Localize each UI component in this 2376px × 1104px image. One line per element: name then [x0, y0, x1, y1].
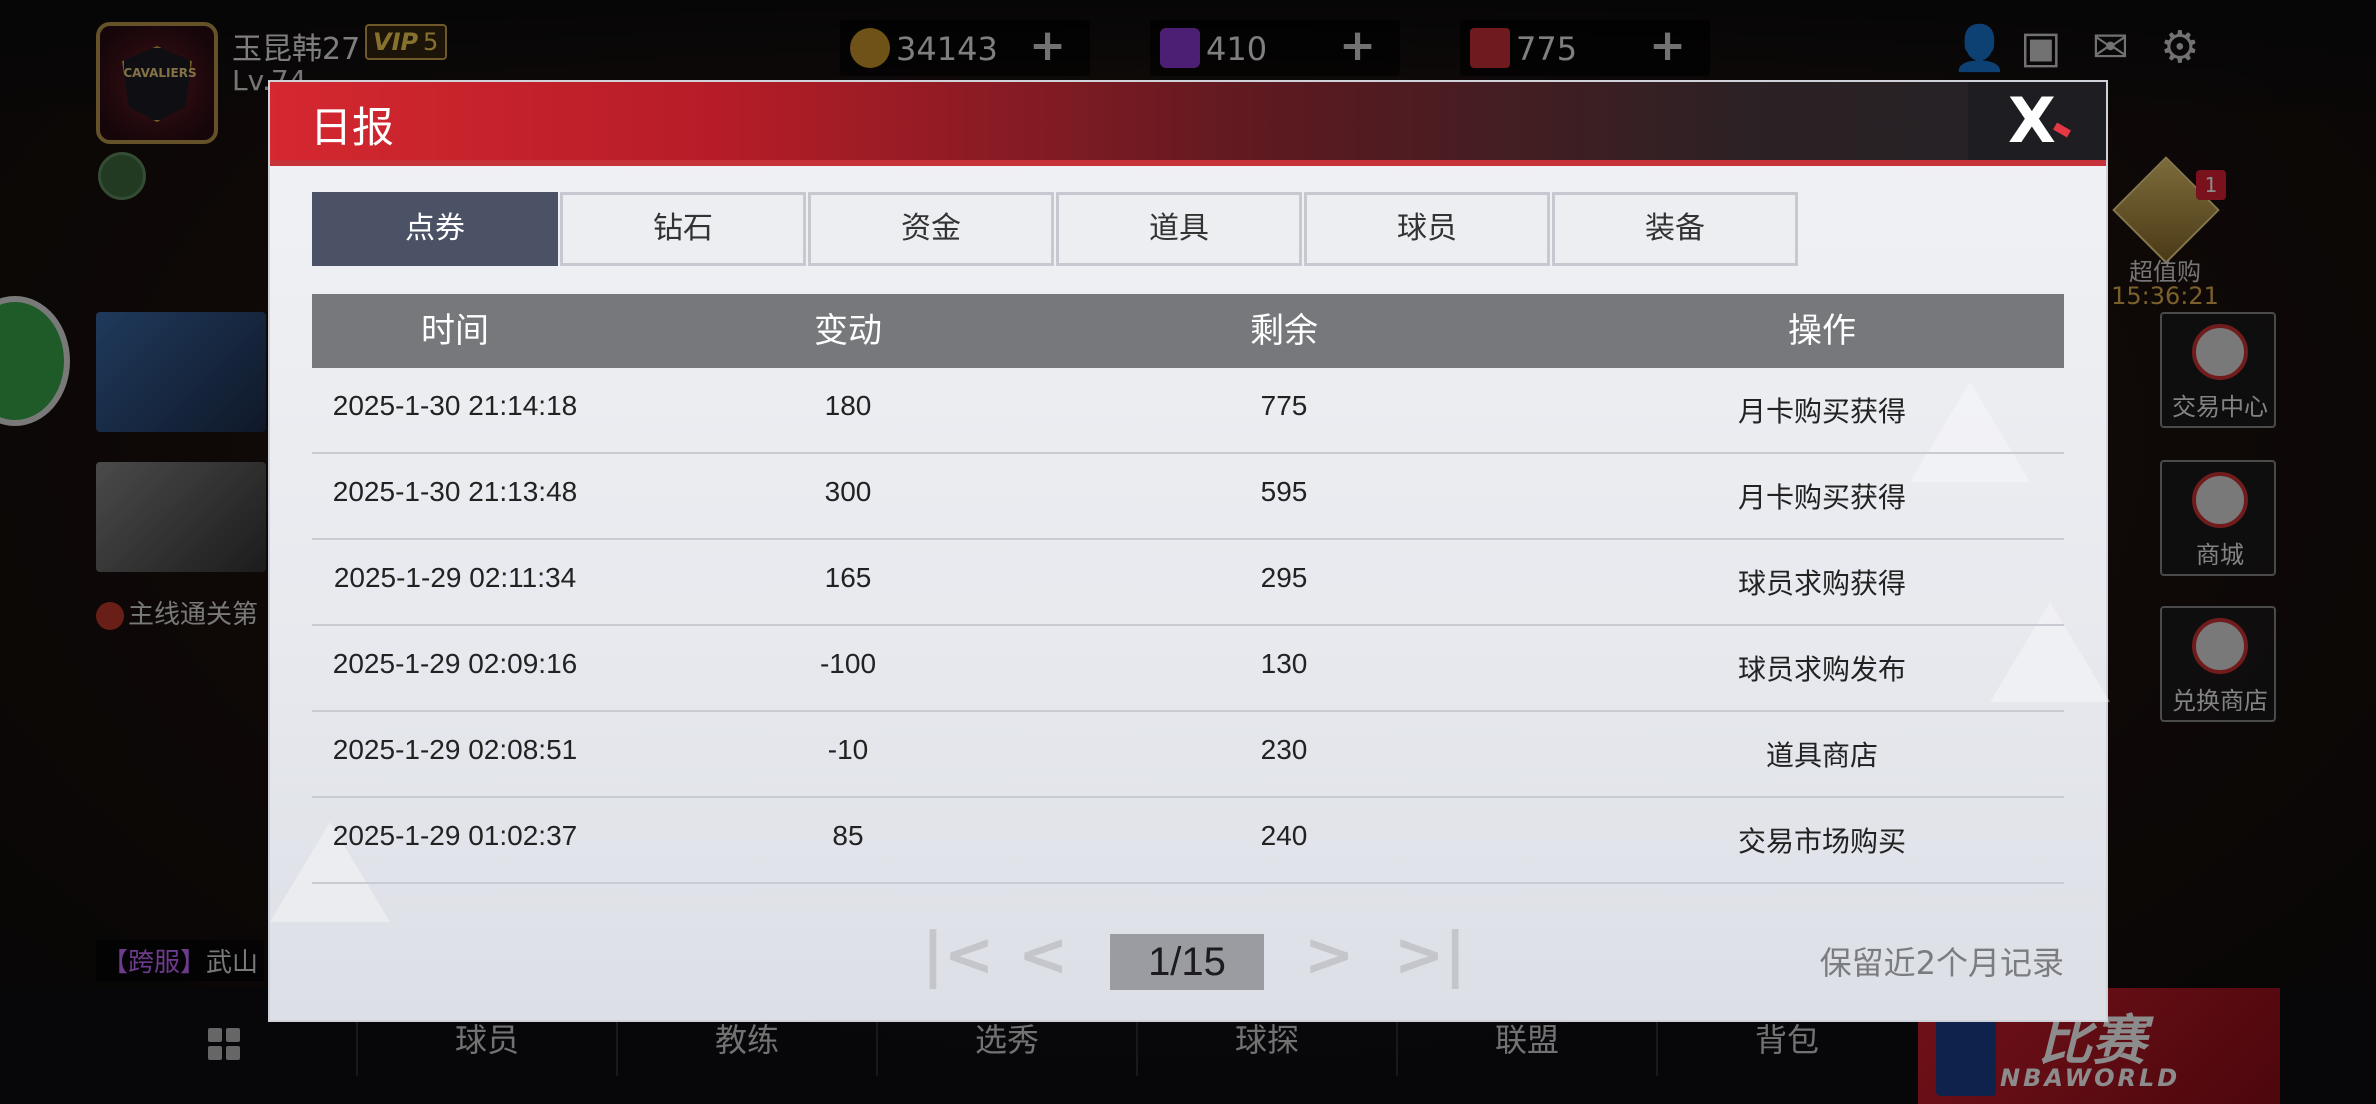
- cell-change: 180: [824, 390, 872, 421]
- cell-remaining: 775: [1260, 390, 1308, 421]
- transaction-table: 时间 变动 剩余 操作 2025-1-30 21:14:18 180 775 月…: [312, 294, 2064, 884]
- chevron-left-icon: <: [1018, 920, 1069, 990]
- cell-time: 2025-1-29 02:11:34: [333, 562, 577, 593]
- cell-time: 2025-1-29 02:08:51: [332, 734, 578, 765]
- first-page-icon: |<: [922, 920, 995, 990]
- cell-remaining: 240: [1260, 820, 1308, 851]
- dialog-title: 日报: [310, 103, 395, 152]
- close-icon: X: [2008, 84, 2056, 157]
- cell-time: 2025-1-29 02:09:16: [332, 648, 578, 679]
- table-row: 2025-1-29 02:08:51 -10 230 道具商店: [312, 712, 2064, 798]
- cell-time: 2025-1-30 21:14:18: [332, 390, 578, 421]
- tab-diamonds[interactable]: 钻石: [560, 192, 806, 266]
- retention-note: 保留近2个月记录: [1819, 944, 2064, 982]
- daily-report-dialog: 日报 X 点券 钻石 资金 道具 球员 装备 时间 变动 剩余 操作 2025-…: [268, 80, 2110, 1022]
- cell-operation: 月卡购买获得: [1737, 482, 1906, 513]
- prev-page-button[interactable]: <: [1018, 925, 1068, 986]
- column-header-operation: 操作: [1788, 311, 1856, 351]
- column-header-remaining: 剩余: [1250, 311, 1318, 351]
- table-header: 时间 变动 剩余 操作: [312, 294, 2064, 368]
- chevron-right-icon: >: [1304, 920, 1355, 990]
- cell-operation: 球员求购获得: [1737, 568, 1906, 599]
- cell-change: 300: [824, 476, 872, 507]
- column-header-change: 变动: [814, 311, 882, 351]
- first-page-button[interactable]: |<: [922, 925, 994, 986]
- tab-vouchers[interactable]: 点券: [312, 192, 558, 266]
- next-page-button[interactable]: >: [1304, 925, 1354, 986]
- table-row: 2025-1-29 02:09:16 -100 130 球员求购发布: [312, 626, 2064, 712]
- cell-remaining: 595: [1260, 476, 1308, 507]
- tab-funds[interactable]: 资金: [808, 192, 1054, 266]
- cell-time: 2025-1-29 01:02:37: [332, 820, 578, 851]
- close-button[interactable]: X: [1968, 82, 2106, 160]
- cell-remaining: 230: [1260, 734, 1308, 765]
- tab-players[interactable]: 球员: [1304, 192, 1550, 266]
- cell-remaining: 130: [1260, 648, 1308, 679]
- last-page-icon: >|: [1394, 920, 1467, 990]
- table-row: 2025-1-29 01:02:37 85 240 交易市场购买: [312, 798, 2064, 884]
- cell-change: 85: [832, 820, 864, 851]
- cell-change: -10: [827, 734, 869, 765]
- cell-operation: 道具商店: [1765, 740, 1878, 771]
- table-row: 2025-1-29 02:11:34 165 295 球员求购获得: [312, 540, 2064, 626]
- page-indicator: 1/15: [1110, 934, 1264, 990]
- cell-remaining: 295: [1260, 562, 1308, 593]
- cell-operation: 交易市场购买: [1737, 826, 1906, 857]
- last-page-button[interactable]: >|: [1394, 925, 1466, 986]
- column-header-time: 时间: [421, 311, 489, 351]
- tab-items[interactable]: 道具: [1056, 192, 1302, 266]
- cell-change: 165: [824, 562, 872, 593]
- table-row: 2025-1-30 21:13:48 300 595 月卡购买获得: [312, 454, 2064, 540]
- table-row: 2025-1-30 21:14:18 180 775 月卡购买获得: [312, 368, 2064, 454]
- dialog-header: [270, 82, 2106, 162]
- cell-time: 2025-1-30 21:13:48: [332, 476, 578, 507]
- header-divider: [270, 160, 2106, 166]
- cell-operation: 球员求购发布: [1737, 654, 1906, 685]
- cell-change: -100: [819, 648, 877, 679]
- cell-operation: 月卡购买获得: [1737, 396, 1906, 427]
- tab-equipment[interactable]: 装备: [1552, 192, 1798, 266]
